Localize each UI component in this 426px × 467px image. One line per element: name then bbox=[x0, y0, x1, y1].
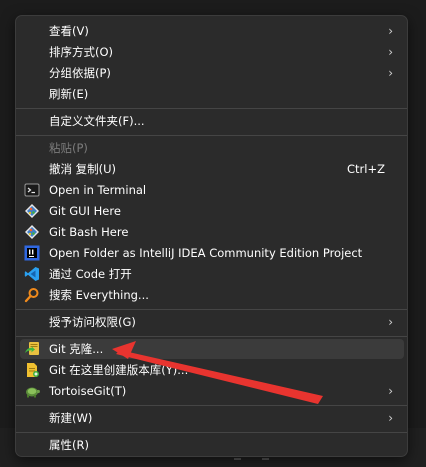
git-icon bbox=[24, 224, 40, 240]
tortoisegit-create-repo-icon bbox=[24, 362, 40, 378]
menu-item-open-with-code[interactable]: 通过 Code 打开 bbox=[20, 264, 404, 284]
menu-item-label: Open in Terminal bbox=[49, 183, 147, 197]
menu-item-new[interactable]: 新建(W) › bbox=[20, 408, 404, 428]
menu-item-view[interactable]: 查看(V) › bbox=[20, 21, 404, 41]
menu-item-label: 搜索 Everything... bbox=[49, 288, 149, 302]
menu-item-label: 查看(V) bbox=[49, 24, 89, 38]
menu-item-search-everything[interactable]: 搜索 Everything... bbox=[20, 285, 404, 305]
menu-item-label: 粘贴(P) bbox=[49, 141, 88, 155]
intellij-icon bbox=[24, 245, 40, 261]
menu-separator bbox=[16, 336, 407, 337]
menu-item-label: 授予访问权限(G) bbox=[49, 315, 136, 329]
menu-item-label: 排序方式(O) bbox=[49, 45, 114, 59]
tortoisegit-clone-icon bbox=[24, 341, 40, 357]
menu-item-undo-copy[interactable]: 撤消 复制(U) Ctrl+Z bbox=[20, 159, 404, 179]
menu-item-git-create-repo[interactable]: Git 在这里创建版本库(Y)... bbox=[20, 360, 404, 380]
menu-separator bbox=[16, 135, 407, 136]
menu-item-label: Git Bash Here bbox=[49, 225, 129, 239]
menu-item-label: 属性(R) bbox=[49, 438, 89, 452]
menu-separator bbox=[16, 309, 407, 310]
menu-item-git-bash[interactable]: Git Bash Here bbox=[20, 222, 404, 242]
menu-item-label: 自定义文件夹(F)... bbox=[49, 114, 145, 128]
chevron-right-icon: › bbox=[388, 24, 393, 38]
git-icon bbox=[24, 203, 40, 219]
tortoisegit-icon bbox=[24, 383, 40, 399]
chevron-right-icon: › bbox=[388, 315, 393, 329]
menu-item-tortoisegit[interactable]: TortoiseGit(T) › bbox=[20, 381, 404, 401]
menu-item-label: TortoiseGit(T) bbox=[49, 384, 127, 398]
menu-item-label: 刷新(E) bbox=[49, 87, 89, 101]
menu-item-label: 分组依据(P) bbox=[49, 66, 111, 80]
menu-item-label: 撤消 复制(U) bbox=[49, 162, 117, 176]
menu-item-label: Git GUI Here bbox=[49, 204, 121, 218]
menu-separator bbox=[16, 108, 407, 109]
context-menu: 查看(V) › 排序方式(O) › 分组依据(P) › 刷新(E) 自定义文件夹… bbox=[15, 15, 408, 457]
taskbar-mark bbox=[234, 458, 241, 460]
menu-item-properties[interactable]: 属性(R) bbox=[20, 435, 404, 455]
shortcut-label: Ctrl+Z bbox=[347, 162, 385, 176]
chevron-right-icon: › bbox=[388, 411, 393, 425]
menu-item-label: 通过 Code 打开 bbox=[49, 267, 132, 281]
menu-item-paste: 粘贴(P) bbox=[20, 138, 404, 158]
menu-separator bbox=[16, 405, 407, 406]
menu-item-open-in-terminal[interactable]: Open in Terminal bbox=[20, 180, 404, 200]
menu-item-refresh[interactable]: 刷新(E) bbox=[20, 84, 404, 104]
menu-item-label: Git 克隆... bbox=[49, 342, 104, 356]
terminal-icon bbox=[24, 182, 40, 198]
menu-item-grant-access[interactable]: 授予访问权限(G) › bbox=[20, 312, 404, 332]
chevron-right-icon: › bbox=[388, 66, 393, 80]
taskbar-mark bbox=[262, 458, 269, 460]
menu-item-customize-folder[interactable]: 自定义文件夹(F)... bbox=[20, 111, 404, 131]
menu-item-label: 新建(W) bbox=[49, 411, 93, 425]
menu-separator bbox=[16, 432, 407, 433]
menu-item-git-clone[interactable]: Git 克隆... bbox=[20, 339, 404, 359]
vscode-icon bbox=[24, 266, 40, 282]
chevron-right-icon: › bbox=[388, 45, 393, 59]
menu-item-group[interactable]: 分组依据(P) › bbox=[20, 63, 404, 83]
search-icon bbox=[24, 287, 40, 303]
menu-item-sort[interactable]: 排序方式(O) › bbox=[20, 42, 404, 62]
menu-item-label: Open Folder as IntelliJ IDEA Community E… bbox=[49, 246, 363, 260]
menu-item-label: Git 在这里创建版本库(Y)... bbox=[49, 363, 189, 377]
menu-item-open-intellij[interactable]: Open Folder as IntelliJ IDEA Community E… bbox=[20, 243, 404, 263]
chevron-right-icon: › bbox=[388, 384, 393, 398]
menu-item-git-gui[interactable]: Git GUI Here bbox=[20, 201, 404, 221]
